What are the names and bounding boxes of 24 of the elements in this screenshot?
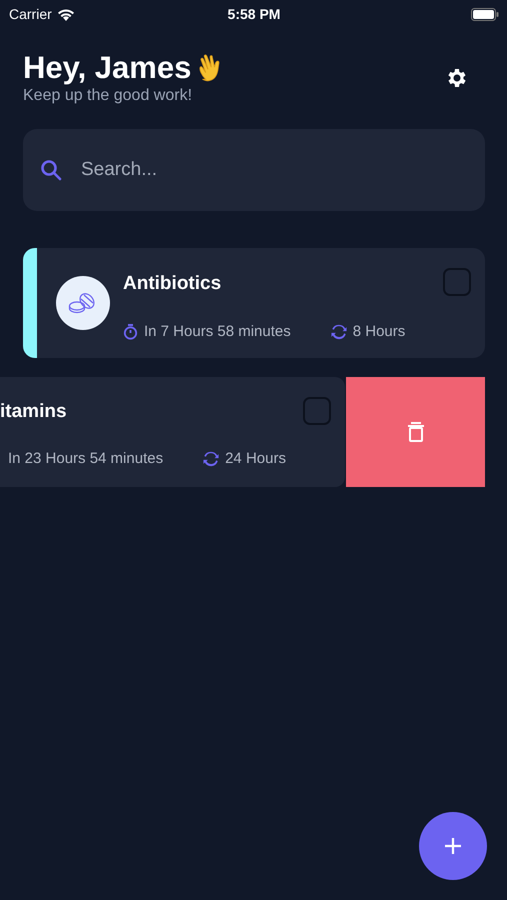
battery-icon <box>470 8 499 20</box>
medication-card[interactable]: itamins In 23 Hours 54 minutes 24 Hours <box>0 377 345 487</box>
greeting-title: Hey, James <box>23 50 192 86</box>
next-dose-text: In 7 Hours 58 minutes <box>144 323 291 340</box>
interval-text: 8 Hours <box>352 323 406 340</box>
trash-icon <box>408 422 424 442</box>
search-icon <box>40 159 62 181</box>
medication-card[interactable]: Antibiotics In 7 Hours 58 minutes 8 Hours <box>23 248 485 358</box>
search-field[interactable]: Search... <box>23 129 485 211</box>
checkbox[interactable] <box>443 268 471 296</box>
medication-name: Antibiotics <box>123 273 222 295</box>
clock-text: 5:58 PM <box>228 6 280 22</box>
checkbox[interactable] <box>303 397 331 425</box>
interval-text: 24 Hours <box>225 450 286 467</box>
next-dose-text: In 23 Hours 54 minutes <box>8 450 164 467</box>
repeat-icon <box>203 450 220 466</box>
medication-name: itamins <box>0 401 68 423</box>
wifi-icon <box>56 8 75 20</box>
plus-icon <box>444 837 462 855</box>
delete-button[interactable] <box>346 377 485 487</box>
subtitle-text: Keep up the good work! <box>23 87 194 105</box>
timer-icon <box>123 324 138 340</box>
carrier-text: Carrier <box>9 6 52 22</box>
repeat-icon <box>330 324 347 340</box>
